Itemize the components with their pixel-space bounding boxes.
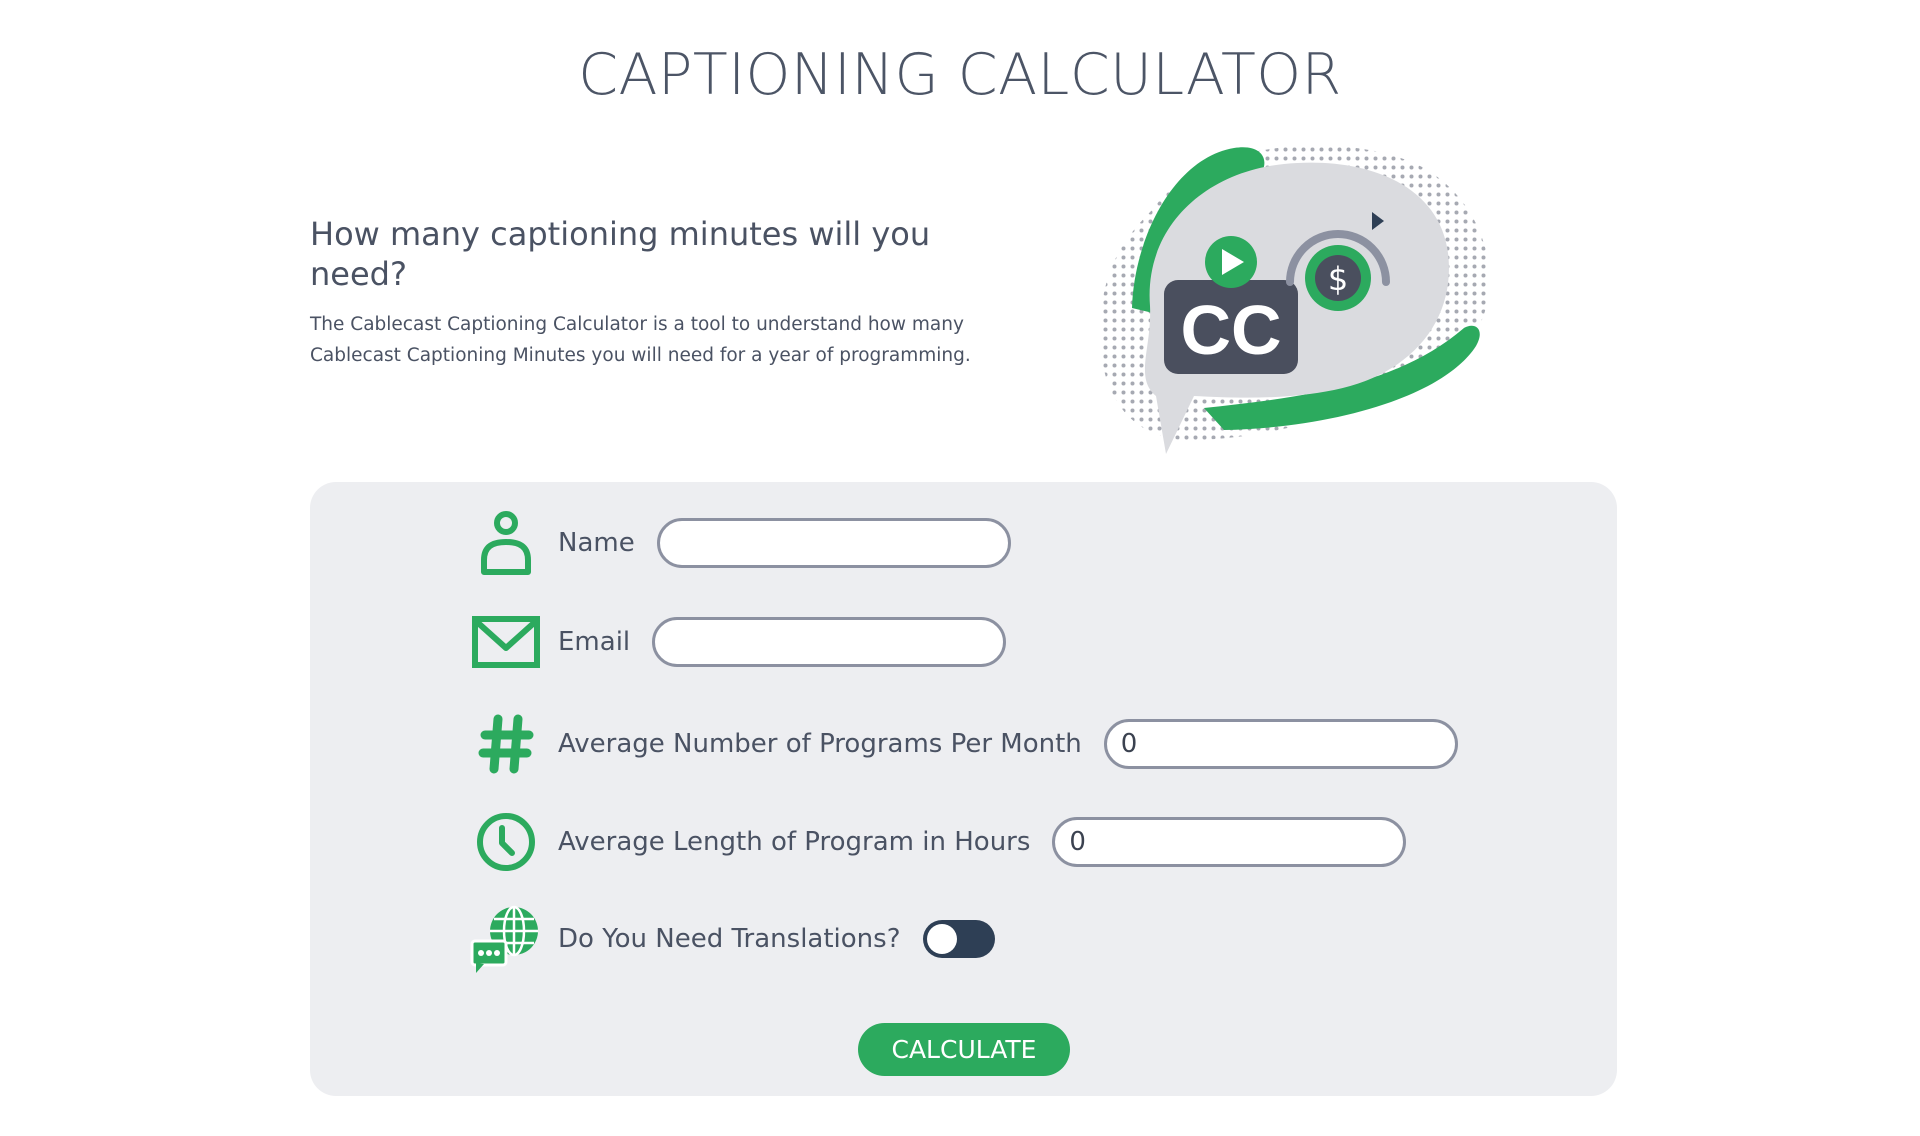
captioning-illustration-graphic: CC $ — [1099, 145, 1490, 454]
programs-per-month-label: Average Number of Programs Per Month — [558, 729, 1082, 759]
envelope-icon — [470, 606, 542, 678]
name-label: Name — [558, 528, 635, 558]
calculator-form-panel: Name Email Average Number of Programs Pe — [310, 482, 1617, 1096]
program-length-input[interactable] — [1052, 817, 1407, 867]
intro-heading: How many captioning minutes will you nee… — [310, 215, 931, 293]
email-input[interactable] — [652, 617, 1007, 667]
calculate-button[interactable]: CALCULATE — [858, 1023, 1070, 1076]
clock-icon — [470, 806, 542, 878]
email-row: Email — [470, 602, 1007, 682]
translations-row: Do You Need Translations? — [470, 899, 995, 979]
dollar-text: $ — [1328, 260, 1348, 298]
program-length-label: Average Length of Program in Hours — [558, 827, 1031, 857]
person-icon — [470, 507, 542, 579]
program-length-row: Average Length of Program in Hours — [470, 802, 1407, 882]
name-row: Name — [470, 503, 1011, 583]
programs-per-month-input[interactable] — [1103, 719, 1458, 769]
cc-text: CC — [1180, 291, 1281, 369]
intro-section: How many captioning minutes will you nee… — [310, 214, 990, 371]
page-title: CAPTIONING CALCULATOR — [578, 42, 1342, 108]
toggle-knob — [926, 924, 957, 954]
intro-description: The Cablecast Captioning Calculator is a… — [310, 314, 971, 366]
translations-toggle[interactable] — [922, 920, 995, 958]
hashtag-icon — [470, 708, 542, 780]
email-label: Email — [558, 627, 631, 657]
captioning-cost-illustration: CC $ — [1094, 138, 1514, 456]
name-input[interactable] — [656, 518, 1011, 568]
programs-per-month-row: Average Number of Programs Per Month — [470, 704, 1458, 784]
translations-label: Do You Need Translations? — [558, 924, 901, 954]
globe-chat-icon — [470, 903, 542, 975]
